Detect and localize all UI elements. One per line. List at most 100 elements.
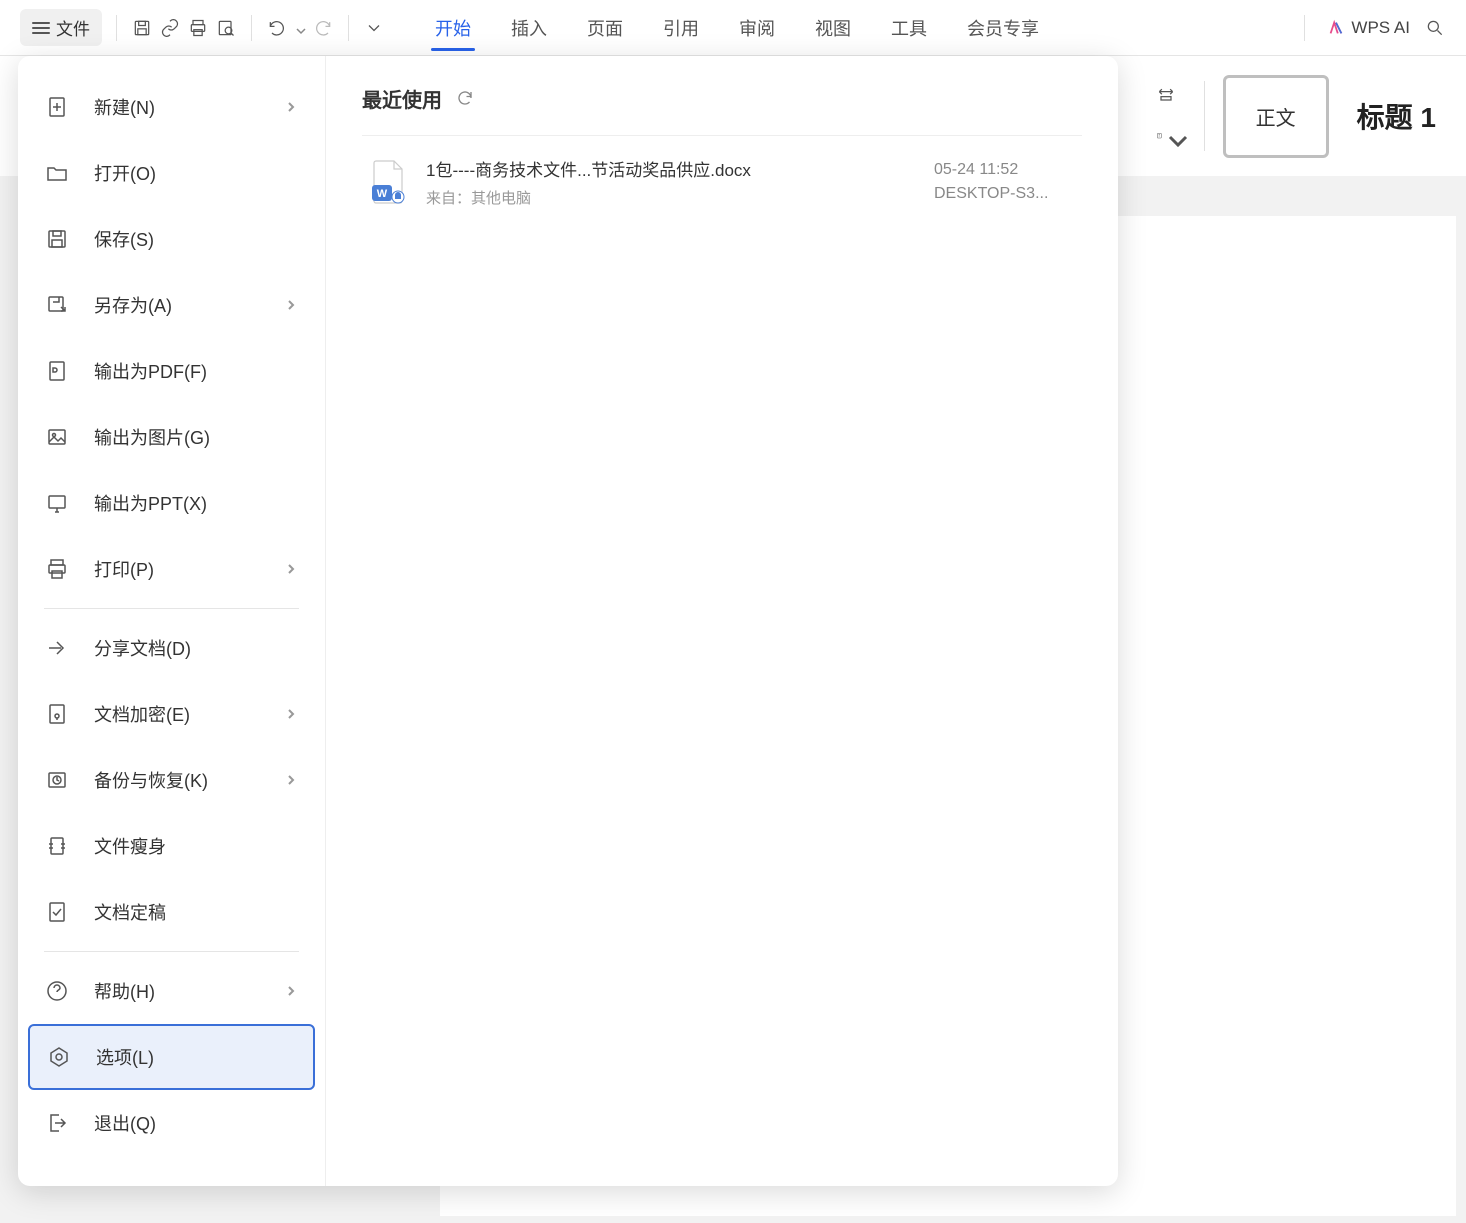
menu-divider [44, 951, 299, 952]
file-menu-label: 分享文档(D) [94, 635, 299, 661]
toolbar-right: WPS AI [1296, 15, 1446, 41]
file-menu-label: 文档定稿 [94, 899, 299, 925]
wps-ai-logo-icon [1327, 19, 1345, 37]
file-menu-label: 退出(Q) [94, 1110, 299, 1136]
file-menu-label: 文件 [56, 15, 90, 40]
settings-icon [46, 1044, 72, 1070]
text-width-icon[interactable] [1156, 85, 1178, 107]
file-menu-panel: 新建(N) 打开(O) 保存(S) 另存为(A) 输出为PDF(F) 输出为图片… [18, 56, 1118, 1186]
export-pdf-icon [44, 358, 70, 384]
top-toolbar: 文件 开始 插入 页面 引用 审阅 视图 工具 会员专享 WPS AI [0, 0, 1466, 56]
link-icon[interactable] [159, 17, 181, 39]
file-menu-backup[interactable]: 备份与恢复(K) [28, 747, 315, 813]
recent-filename: 1包----商务技术文件...节活动奖品供应.docx [426, 156, 916, 181]
tab-review[interactable]: 审阅 [735, 1, 779, 55]
new-file-icon [44, 94, 70, 120]
file-menu-label: 打印(P) [94, 556, 285, 582]
text-tool-dropdown[interactable] [1156, 125, 1178, 147]
wps-ai-label: WPS AI [1351, 18, 1410, 38]
checkmark-doc-icon [44, 899, 70, 925]
print-preview-icon[interactable] [215, 17, 237, 39]
tab-reference[interactable]: 引用 [659, 1, 703, 55]
toolbar-divider [251, 15, 252, 41]
chevron-right-icon [285, 773, 299, 787]
tab-insert[interactable]: 插入 [507, 1, 551, 55]
file-menu-open[interactable]: 打开(O) [28, 140, 315, 206]
share-icon [44, 635, 70, 661]
chevron-right-icon [285, 298, 299, 312]
recent-header: 最近使用 [362, 84, 1082, 113]
redo-icon[interactable] [312, 17, 334, 39]
file-menu-slim[interactable]: 文件瘦身 [28, 813, 315, 879]
chevron-right-icon [285, 707, 299, 721]
recent-time: 05-24 11:52 [934, 161, 1074, 179]
file-menu-print[interactable]: 打印(P) [28, 536, 315, 602]
print-icon[interactable] [187, 17, 209, 39]
file-menu-options[interactable]: 选项(L) [28, 1024, 315, 1090]
undo-icon[interactable] [266, 17, 288, 39]
file-menu-label: 另存为(A) [94, 292, 285, 318]
recent-file-item[interactable]: W 1包----商务技术文件...节活动奖品供应.docx 来自：其他电脑 05… [362, 142, 1082, 222]
chevron-right-icon [285, 100, 299, 114]
recent-file-info: 1包----商务技术文件...节活动奖品供应.docx 来自：其他电脑 [426, 156, 916, 208]
recent-device: DESKTOP-S3... [934, 185, 1074, 203]
tab-view[interactable]: 视图 [811, 1, 855, 55]
refresh-icon[interactable] [456, 89, 476, 109]
recent-divider [362, 135, 1082, 136]
file-menu-export-pdf[interactable]: 输出为PDF(F) [28, 338, 315, 404]
menu-divider [44, 608, 299, 609]
file-menu-label: 新建(N) [94, 94, 285, 120]
file-menu-button[interactable]: 文件 [20, 9, 102, 46]
exit-icon [44, 1110, 70, 1136]
style-normal[interactable]: 正文 [1223, 75, 1329, 158]
file-menu-label: 保存(S) [94, 226, 299, 252]
tab-member[interactable]: 会员专享 [963, 1, 1043, 55]
tab-tools[interactable]: 工具 [887, 1, 931, 55]
toolbar-divider [1304, 15, 1305, 41]
tab-page[interactable]: 页面 [583, 1, 627, 55]
file-menu-finalize[interactable]: 文档定稿 [28, 879, 315, 945]
file-menu-encrypt[interactable]: 文档加密(E) [28, 681, 315, 747]
export-ppt-icon [44, 490, 70, 516]
file-menu-sidebar: 新建(N) 打开(O) 保存(S) 另存为(A) 输出为PDF(F) 输出为图片… [18, 56, 326, 1186]
file-menu-content: 最近使用 W 1包----商务技术文件...节活动奖品供应.docx 来自：其他… [326, 56, 1118, 1186]
file-menu-label: 备份与恢复(K) [94, 767, 285, 793]
wps-ai-button[interactable]: WPS AI [1327, 18, 1410, 38]
ribbon-tabs: 开始 插入 页面 引用 审阅 视图 工具 会员专享 [431, 1, 1043, 55]
file-menu-label: 打开(O) [94, 160, 299, 186]
file-menu-export-ppt[interactable]: 输出为PPT(X) [28, 470, 315, 536]
tab-home[interactable]: 开始 [431, 1, 475, 55]
chevron-right-icon [285, 984, 299, 998]
file-menu-new[interactable]: 新建(N) [28, 74, 315, 140]
open-folder-icon [44, 160, 70, 186]
toolbar-divider [1204, 81, 1205, 151]
file-menu-export-image[interactable]: 输出为图片(G) [28, 404, 315, 470]
file-menu-help[interactable]: 帮助(H) [28, 958, 315, 1024]
save-icon [44, 226, 70, 252]
help-icon [44, 978, 70, 1004]
toolbar-divider [348, 15, 349, 41]
print-icon [44, 556, 70, 582]
svg-text:W: W [377, 188, 388, 200]
file-menu-exit[interactable]: 退出(Q) [28, 1090, 315, 1156]
recent-title: 最近使用 [362, 84, 442, 113]
lock-icon [44, 701, 70, 727]
toolbar-divider [116, 15, 117, 41]
ribbon-content-right: 正文 标题 1 [1144, 56, 1466, 176]
compress-icon [44, 833, 70, 859]
more-dropdown[interactable] [363, 17, 385, 39]
docx-file-icon: W [370, 159, 408, 205]
hamburger-icon [32, 22, 50, 34]
style-heading-1[interactable]: 标题 1 [1339, 96, 1454, 136]
file-menu-label: 帮助(H) [94, 978, 285, 1004]
backup-icon [44, 767, 70, 793]
undo-dropdown[interactable] [294, 23, 306, 33]
file-menu-label: 输出为PPT(X) [94, 490, 299, 516]
recent-source: 来自：其他电脑 [426, 187, 916, 208]
file-menu-label: 输出为图片(G) [94, 424, 299, 450]
file-menu-share[interactable]: 分享文档(D) [28, 615, 315, 681]
save-icon[interactable] [131, 17, 153, 39]
file-menu-save[interactable]: 保存(S) [28, 206, 315, 272]
file-menu-save-as[interactable]: 另存为(A) [28, 272, 315, 338]
search-icon[interactable] [1424, 17, 1446, 39]
